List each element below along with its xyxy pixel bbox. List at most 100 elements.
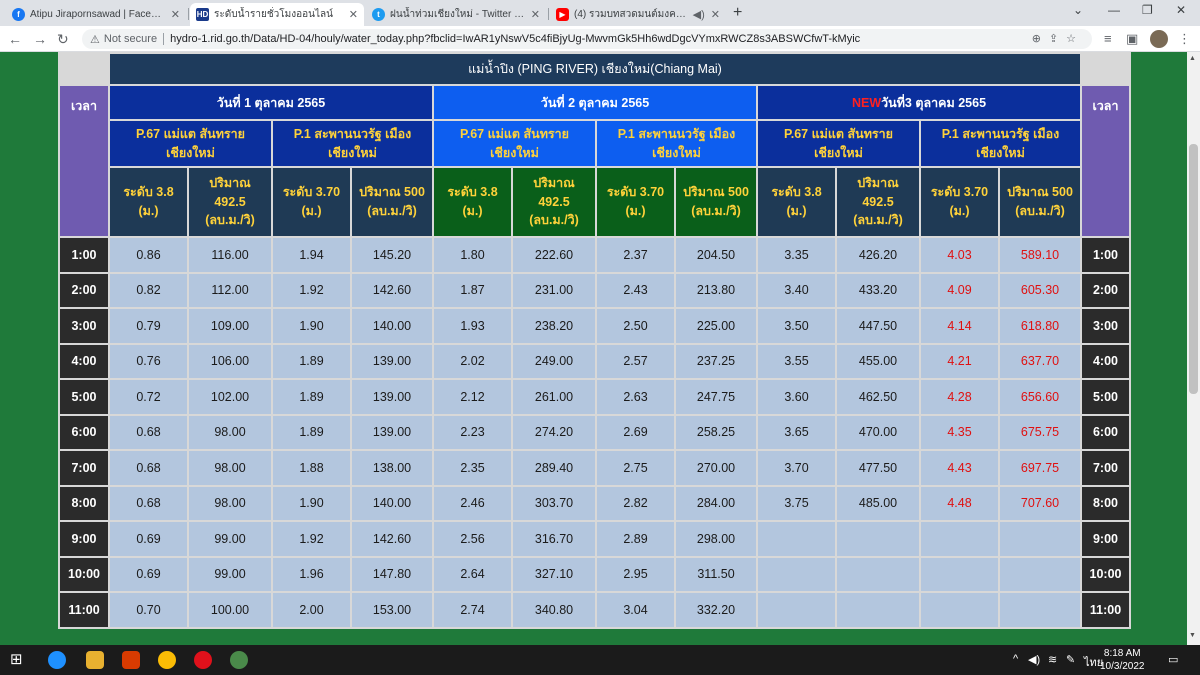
forward-icon[interactable]: → — [33, 31, 47, 47]
data-cell: 247.75 — [676, 380, 756, 414]
data-cell: 0.68 — [110, 451, 187, 485]
file-explorer-icon[interactable] — [86, 651, 104, 669]
not-secure-label[interactable]: Not secure — [104, 33, 157, 45]
data-cell: 0.72 — [110, 380, 187, 414]
data-cell: 140.00 — [352, 309, 432, 343]
clock-time: 8:18 AM — [1103, 648, 1141, 659]
close-icon[interactable]: ✕ — [711, 8, 720, 21]
data-cell: 4.48 — [921, 486, 998, 520]
back-icon[interactable]: ← — [8, 31, 22, 47]
reading-list-icon[interactable]: ≡ — [1104, 31, 1112, 46]
side-panel-icon[interactable]: ▣ — [1126, 31, 1138, 47]
station-name-line2: เชียงใหม่ — [328, 145, 377, 160]
measure-line2: (ม.) — [138, 204, 159, 218]
data-cell: 2.74 — [434, 593, 511, 627]
data-cell: 455.00 — [837, 344, 919, 378]
minimize-icon[interactable]: — — [1108, 3, 1120, 17]
omnibox-actions: ⊕⇪☆ — [1032, 32, 1084, 45]
tab-hydro[interactable]: HD ระดับน้ำรายชั่วโมงออนไลน์ ✕ — [190, 3, 364, 26]
data-cell: 98.00 — [189, 451, 271, 485]
data-cell: 0.68 — [110, 486, 187, 520]
data-cell: 112.00 — [189, 273, 271, 307]
table-row: 4:00 0.76 106.00 1.89 139.00 2.02 249.00 2.57 23… — [60, 344, 1129, 378]
scroll-up-icon[interactable]: ▲ — [1189, 55, 1196, 62]
tab-youtube[interactable]: ▶ (4) รวมบทสวดมนต์มงคล เสียงสา ◀) ✕ — [550, 3, 726, 26]
data-cell: 1.90 — [273, 309, 350, 343]
measure-line1: ระดับ 3.8 — [447, 185, 498, 200]
data-cell: 4.28 — [921, 380, 998, 414]
office-icon[interactable] — [122, 651, 140, 669]
edge-icon[interactable] — [48, 651, 66, 669]
volume-icon[interactable]: ◀) — [1028, 653, 1040, 666]
data-cell: 1.90 — [273, 486, 350, 520]
measure-line2: 492.5 — [214, 194, 246, 209]
measure-header: ปริมาณ 492.5 (ลบ.ม./วิ) — [513, 168, 595, 236]
new-tab-button[interactable]: + — [733, 4, 742, 22]
time-cell: 8:00 — [60, 486, 108, 520]
vertical-scrollbar[interactable]: ▲ ▼ — [1187, 52, 1200, 645]
tray-chevron-icon[interactable]: ^ — [1013, 653, 1018, 665]
data-cell: 99.00 — [189, 522, 271, 556]
time-cell: 11:00 — [1082, 593, 1129, 627]
measure-line3: (ลบ.ม./วิ) — [853, 213, 903, 228]
data-cell: 2.43 — [597, 273, 674, 307]
measure-header: ระดับ 3.70 (ม.) — [273, 168, 350, 236]
time-cell: 10:00 — [60, 557, 108, 591]
tab-twitter[interactable]: t ฝนน้ำท่วมเชียงใหม่ - Twitter Search / … — [366, 3, 546, 26]
clock[interactable]: 8:18 AM 10/3/2022 — [1100, 647, 1145, 673]
url-divider — [163, 33, 165, 45]
close-icon[interactable]: ✕ — [349, 8, 358, 21]
warning-icon[interactable]: ⚠ — [90, 33, 100, 46]
time-cell: 3:00 — [60, 309, 108, 343]
data-cell: 1.88 — [273, 451, 350, 485]
data-cell: 327.10 — [513, 557, 595, 591]
measure-line1: ปริมาณ — [857, 175, 899, 190]
windows-taskbar: ⊞ ^ ◀) ≋ ✎ ไทย 8:18 AM 10/3/2022 ▭ — [0, 645, 1200, 675]
data-cell: 2.56 — [434, 522, 511, 556]
pen-icon[interactable]: ✎ — [1066, 653, 1075, 666]
time-cell: 4:00 — [1082, 344, 1129, 378]
time-cell: 9:00 — [60, 522, 108, 556]
scroll-down-icon[interactable]: ▼ — [1189, 632, 1196, 639]
omnibox[interactable]: ⚠ Not secure hydro-1.rid.go.th/Data/HD-0… — [82, 29, 1092, 49]
restore-icon[interactable]: ❐ — [1142, 3, 1153, 17]
tab-search-icon[interactable]: ⌄ — [1073, 3, 1083, 17]
time-header-left: เวลา — [60, 86, 108, 236]
menu-icon[interactable]: ⋮ — [1178, 31, 1191, 47]
data-cell: 3.75 — [758, 486, 835, 520]
reload-icon[interactable]: ↻ — [57, 31, 69, 48]
data-cell: 311.50 — [676, 557, 756, 591]
close-icon[interactable]: ✕ — [531, 8, 540, 21]
wifi-icon[interactable]: ≋ — [1048, 653, 1057, 666]
close-icon[interactable]: ✕ — [171, 8, 180, 21]
data-cell: 2.69 — [597, 415, 674, 449]
data-cell: 0.70 — [110, 593, 187, 627]
chrome-icon[interactable] — [158, 651, 176, 669]
close-window-icon[interactable]: ✕ — [1176, 3, 1186, 17]
data-cell: 4.03 — [921, 238, 998, 272]
measure-line1: ระดับ 3.70 — [282, 185, 341, 200]
opera-icon[interactable] — [194, 651, 212, 669]
tab-facebook[interactable]: f Atipu Jirapornsawad | Facebook ✕ — [6, 3, 186, 26]
scrollbar-thumb[interactable] — [1189, 144, 1198, 394]
windows-start-icon[interactable]: ⊞ — [10, 650, 28, 668]
share-icon[interactable]: ⇪ — [1049, 33, 1066, 45]
time-cell: 10:00 — [1082, 557, 1129, 591]
tab-divider — [188, 8, 189, 20]
zoom-icon[interactable]: ⊕ — [1032, 33, 1049, 45]
url-text[interactable]: hydro-1.rid.go.th/Data/HD-04/houly/water… — [170, 33, 860, 45]
data-cell: 4.35 — [921, 415, 998, 449]
data-cell: 289.40 — [513, 451, 595, 485]
time-cell: 7:00 — [1082, 451, 1129, 485]
data-cell: 2.00 — [273, 593, 350, 627]
audio-icon[interactable]: ◀) — [693, 8, 705, 21]
data-cell: 656.60 — [1000, 380, 1080, 414]
data-cell: 153.00 — [352, 593, 432, 627]
bookmark-star-icon[interactable]: ☆ — [1066, 33, 1084, 45]
time-cell: 11:00 — [60, 593, 108, 627]
tab-label: Atipu Jirapornsawad | Facebook — [30, 9, 165, 20]
notifications-icon[interactable]: ▭ — [1168, 653, 1178, 666]
profile-avatar[interactable] — [1150, 30, 1168, 48]
data-cell — [921, 522, 998, 556]
chrome-profile-icon[interactable] — [230, 651, 248, 669]
